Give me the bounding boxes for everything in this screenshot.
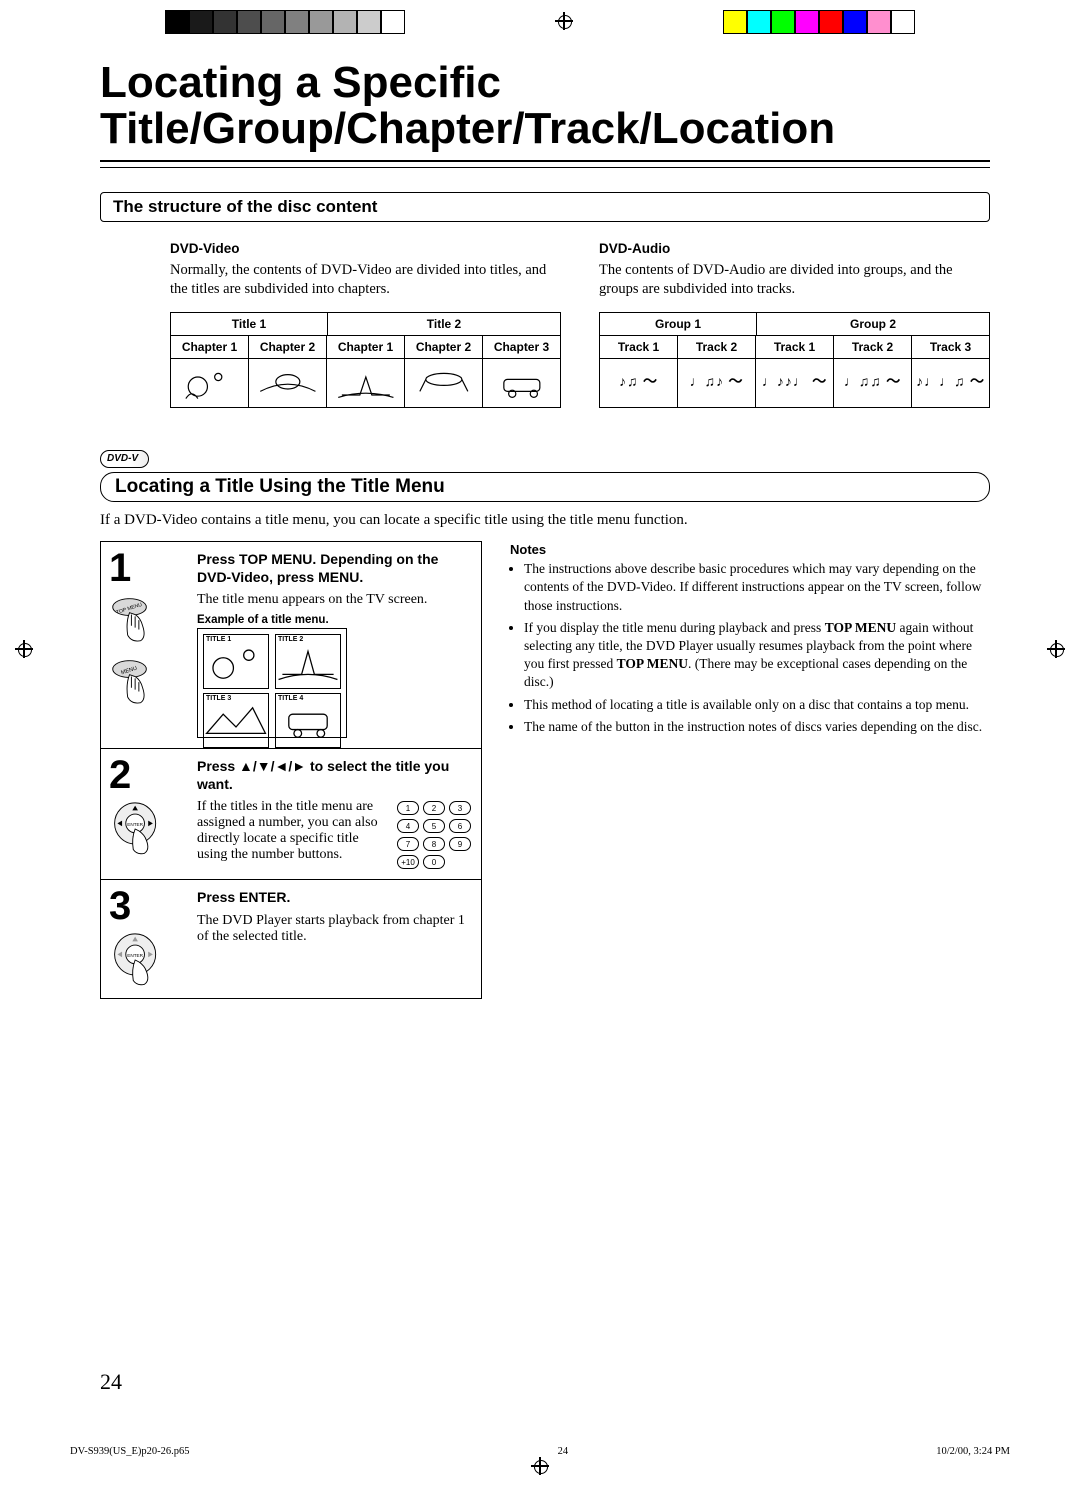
page-number: 24 (100, 1369, 122, 1395)
step-2: 2 ENTER Press ▲/▼/◄/► to select the titl… (101, 749, 481, 880)
footer: DV-S939(US_E)p20-26.p65 24 10/2/00, 3:24… (70, 1446, 1010, 1457)
notes-list: The instructions above describe basic pr… (510, 560, 990, 736)
notes-column: Notes The instructions above describe ba… (510, 541, 990, 1000)
step-expl: The title menu appears on the TV screen. (197, 592, 471, 608)
track-thumb: ♩♪♪♩ ～ (756, 359, 834, 407)
structure-heading: The structure of the disc content (113, 197, 977, 217)
group-cell: Group 2 (757, 313, 989, 336)
track-cell: Track 3 (912, 336, 989, 359)
dvd-audio-desc: The contents of DVD-Audio are divided in… (599, 261, 990, 300)
footer-file: DV-S939(US_E)p20-26.p65 (70, 1446, 190, 1457)
title-menu-example: TITLE 1 TITLE 2 TITLE 3 TITLE 4 (197, 628, 347, 738)
step-instr: Press TOP MENU. Depending on the DVD-Vid… (197, 550, 471, 586)
chapter-cell: Chapter 2 (249, 336, 327, 359)
chapter-thumb (171, 359, 249, 407)
steps-area: 1 TOP MENU MENU Press TOP (100, 541, 990, 1000)
title-thumb: TITLE 3 (203, 693, 269, 748)
group-cell: Group 1 (600, 313, 757, 336)
dvd-video-desc: Normally, the contents of DVD-Video are … (170, 261, 561, 300)
step-caption: Example of a title menu. (197, 614, 471, 626)
step-num: 2 (109, 755, 197, 795)
color-swatches (723, 10, 915, 32)
locating-heading: Locating a Title Using the Title Menu (115, 476, 975, 498)
structure-columns: DVD-Video Normally, the contents of DVD-… (100, 234, 990, 408)
dvd-audio-col: DVD-Audio The contents of DVD-Audio are … (599, 234, 990, 408)
chapter-cell: Chapter 2 (405, 336, 483, 359)
footer-date: 10/2/00, 3:24 PM (936, 1446, 1010, 1457)
title-cell: Title 2 (328, 313, 560, 336)
footer-page: 24 (558, 1446, 569, 1457)
title-cell: Title 1 (171, 313, 328, 336)
step-expl: If the titles in the title menu are assi… (197, 799, 387, 869)
note-item: If you display the title menu during pla… (524, 619, 990, 692)
chapter-thumb (249, 359, 327, 407)
dvd-audio-label: DVD-Audio (599, 240, 990, 258)
registration-mark-right (1047, 640, 1065, 658)
step-expl: The DVD Player starts playback from chap… (197, 913, 471, 945)
dvd-audio-diagram: Group 1 Group 2 Track 1 Track 2 Track 1 … (599, 312, 990, 408)
chapter-thumb (483, 359, 560, 407)
registration-mark-left (15, 640, 33, 658)
title-thumb: TITLE 2 (275, 634, 341, 689)
dvd-v-badge: DVD-V (100, 450, 149, 468)
note-item: The instructions above describe basic pr… (524, 560, 990, 615)
track-cell: Track 2 (678, 336, 756, 359)
menu-button-icon: MENU (109, 656, 165, 712)
chapter-cell: Chapter 1 (171, 336, 249, 359)
step-num: 3 (109, 886, 197, 926)
svg-text:ENTER: ENTER (127, 954, 143, 959)
step-instr: Press ENTER. (197, 888, 471, 906)
steps-panel: 1 TOP MENU MENU Press TOP (100, 541, 482, 1000)
title-rule (100, 160, 990, 168)
color-bar (0, 10, 1080, 32)
dvd-video-label: DVD-Video (170, 240, 561, 258)
top-menu-button-icon: TOP MENU (109, 594, 165, 650)
title-thumb: TITLE 4 (275, 693, 341, 748)
notes-heading: Notes (510, 541, 990, 559)
svg-text:ENTER: ENTER (127, 822, 143, 827)
chapter-thumb (405, 359, 483, 407)
note-item: The name of the button in the instructio… (524, 718, 990, 736)
dpad-icon: ENTER (109, 801, 165, 857)
dvd-video-diagram: Title 1 Title 2 Chapter 1 Chapter 2 Chap… (170, 312, 561, 408)
enter-button-icon: ENTER (109, 932, 165, 988)
number-keypad: 123 456 789 +100 (397, 801, 471, 869)
section-locating-heading: Locating a Title Using the Title Menu (100, 472, 990, 502)
page-title: Locating a Specific Title/Group/Chapter/… (100, 60, 990, 152)
track-cell: Track 2 (834, 336, 912, 359)
chapter-thumb (327, 359, 405, 407)
registration-mark-top (555, 12, 573, 30)
track-thumb: ♩♫♫ ～ (834, 359, 912, 407)
locating-intro: If a DVD-Video contains a title menu, yo… (100, 512, 990, 529)
step-1: 1 TOP MENU MENU Press TOP (101, 542, 481, 749)
track-cell: Track 1 (600, 336, 678, 359)
dvd-video-col: DVD-Video Normally, the contents of DVD-… (170, 234, 561, 408)
chapter-cell: Chapter 3 (483, 336, 560, 359)
track-thumb: ♪♩♩♫ ～ (912, 359, 989, 407)
page: Locating a Specific Title/Group/Chapter/… (0, 0, 1080, 1485)
step-instr: Press ▲/▼/◄/► to select the title you wa… (197, 757, 471, 793)
registration-mark-bottom (531, 1457, 549, 1475)
chapter-cell: Chapter 1 (327, 336, 405, 359)
step-3: 3 ENTER Press ENTER. The DVD Player star… (101, 880, 481, 998)
track-thumb: ♪♫ ～ (600, 359, 678, 407)
note-item: This method of locating a title is avail… (524, 696, 990, 714)
track-thumb: ♩♫♪ ～ (678, 359, 756, 407)
section-structure-heading: The structure of the disc content (100, 192, 990, 222)
step-num: 1 (109, 548, 197, 588)
track-cell: Track 1 (756, 336, 834, 359)
grayscale-swatches (165, 10, 405, 32)
title-thumb: TITLE 1 (203, 634, 269, 689)
